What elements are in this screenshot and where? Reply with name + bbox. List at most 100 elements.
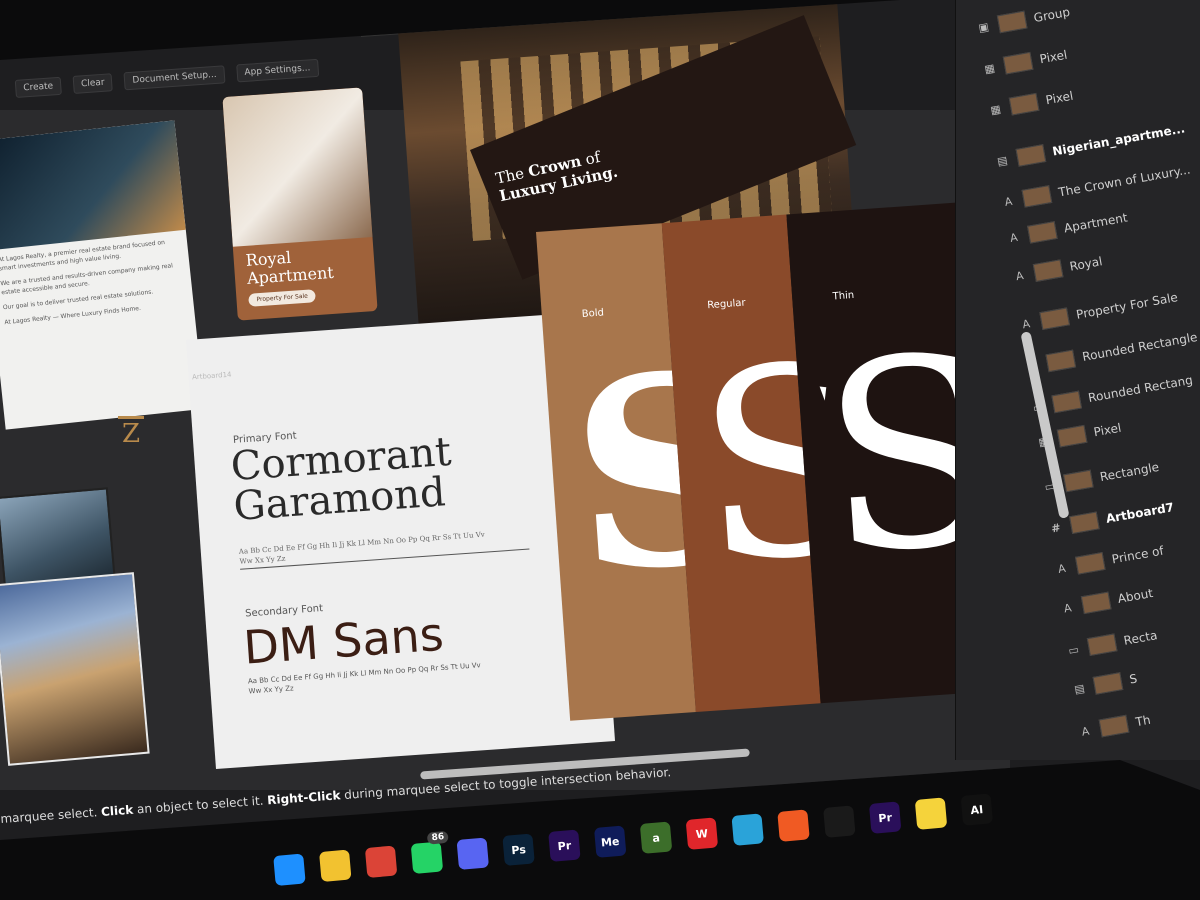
text-layer-icon: A [1014, 268, 1025, 283]
primary-font-name: Cormorant Garamond [229, 428, 453, 531]
primary-alphabet: Aa Bb Cc Dd Ee Ff Gg Hh Ii Jj Kk Ll Mm N… [238, 530, 485, 566]
app-icon-label: Pr [877, 810, 893, 825]
app-icon-label: Me [600, 834, 620, 849]
layer-thumbnail [1056, 424, 1088, 448]
layers-panel: ▣ Group ▦ Pixel ▦ Pixel ▤ Nigerian_apartme... A T… [955, 0, 1200, 760]
ruler-tick-label: 5300 [801, 0, 820, 5]
layer-name: Artboard7 [1104, 500, 1175, 526]
menu-item-layer[interactable]: Layer [126, 19, 152, 31]
group-layer-icon: ▣ [977, 19, 990, 35]
layer-row[interactable]: ▣ Group [975, 0, 1072, 40]
text-layer-icon: A [1056, 560, 1067, 575]
layer-row[interactable]: A Royal [1011, 249, 1105, 288]
wps-app-icon[interactable]: W [685, 817, 719, 850]
ruler-tick-label: 4500 [507, 10, 526, 20]
pixel-layer-icon: ▦ [983, 60, 996, 76]
property-for-sale-button[interactable]: Property For Sale [248, 289, 317, 307]
layer-name: Group [1032, 4, 1072, 26]
app-icon-label: a [651, 830, 661, 845]
audition-app-icon[interactable] [823, 805, 856, 838]
app-settings-button[interactable]: App Settings... [235, 58, 319, 83]
layer-name: S [1128, 671, 1139, 687]
doc-card-image [0, 120, 186, 251]
layer-row[interactable]: A Prince of [1053, 538, 1166, 581]
layer-thumbnail [1086, 632, 1118, 656]
clear-button[interactable]: Clear [72, 73, 114, 94]
whatsapp-app-icon[interactable]: 86 [410, 830, 449, 874]
discord-app-icon[interactable] [456, 837, 490, 870]
layer-thumbnail [1002, 51, 1034, 74]
chrome-app-icon[interactable] [364, 845, 398, 878]
weight-label: Bold [581, 307, 605, 320]
ruler-tick-label: 4700 [580, 5, 599, 15]
ruler-tick-label: 4300 [433, 15, 452, 25]
affinity-app-icon[interactable]: a [639, 821, 673, 854]
royal-card-title: Royal Apartment [245, 247, 335, 288]
menu-item-vector[interactable]: Vector [45, 25, 74, 37]
create-button[interactable]: Create [14, 76, 62, 98]
layer-row[interactable]: ▦ Pixel [987, 84, 1076, 123]
app-icon-label: Pr [557, 838, 572, 853]
layer-row[interactable]: A Apartment [1005, 205, 1130, 250]
layer-name: Royal [1068, 254, 1104, 274]
ruler-tick-label: 5200 [764, 0, 783, 8]
layer-name: Property For Sale [1075, 289, 1179, 322]
layer-name: Recta [1122, 627, 1159, 648]
layer-thumbnail [1032, 259, 1064, 282]
layer-thumbnail [1027, 220, 1058, 244]
layer-thumbnail [1074, 551, 1106, 575]
menu-item-pixel[interactable]: Pixel [89, 22, 110, 33]
layer-name: Pixel [1044, 88, 1075, 108]
layer-name: Apartment [1062, 209, 1129, 235]
windows-app-icon[interactable] [273, 853, 306, 886]
layer-thumbnail [1092, 672, 1124, 695]
layer-name: Rounded Rectangle [1081, 329, 1199, 364]
brave-app-icon[interactable] [777, 809, 810, 842]
files-app-icon[interactable] [319, 849, 352, 882]
layer-thumbnail [1069, 511, 1100, 535]
layer-name: Nigerian_apartme... [1051, 120, 1187, 159]
layer-thumbnail [1045, 349, 1077, 373]
image-layer-icon: ▤ [996, 152, 1009, 168]
layer-row[interactable]: A About [1059, 581, 1155, 621]
layer-row[interactable]: A Property For Sale [1017, 285, 1180, 337]
text-layer-icon: A [1021, 316, 1031, 331]
media-encoder-app-icon[interactable]: Me [593, 825, 627, 858]
menu-item-window[interactable]: Window [204, 13, 240, 25]
layer-thumbnail [1039, 306, 1071, 330]
premiere-2-app-icon[interactable]: Pr [868, 801, 902, 834]
sticky-notes-app-icon[interactable] [914, 797, 948, 830]
layer-thumbnail [1008, 92, 1040, 116]
layer-row[interactable]: ▦ Pixel [981, 42, 1070, 81]
layer-thumbnail [1015, 143, 1047, 167]
layer-row[interactable]: ▭ Recta [1065, 623, 1160, 663]
text-layer-icon: A [1008, 229, 1019, 244]
ruler-tick-label: 5100 [728, 0, 747, 10]
chat-app-icon[interactable] [731, 813, 764, 846]
menu-item-text[interactable]: Text [11, 28, 30, 39]
ruler-tick-label: 4900 [654, 0, 673, 10]
about-document-card[interactable]: At Lagos Realty, a premier real estate b… [0, 120, 205, 430]
ruler-tick-label: 4400 [470, 13, 489, 23]
ruler-tick-label: 4200 [396, 18, 416, 28]
font-weight-samples[interactable]: Bold S Regular S Thin S [536, 201, 1010, 721]
text-layer-icon: A [1003, 194, 1014, 209]
app-icon-label: W [695, 826, 709, 841]
photoshop-app-icon[interactable]: Ps [502, 833, 535, 866]
menu-item-help[interactable]: Help [256, 11, 277, 22]
premiere-app-icon[interactable]: Pr [548, 829, 581, 862]
villa-photo[interactable] [0, 572, 150, 766]
document-setup-button[interactable]: Document Setup... [123, 65, 226, 91]
layer-name: Rectangle [1098, 459, 1161, 484]
layer-row[interactable]: ▤ S [1070, 666, 1139, 701]
ai-app-icon[interactable]: AI [960, 793, 994, 826]
interior-photo [222, 87, 373, 247]
pixel-layer-icon: ▦ [989, 101, 1002, 117]
royal-apartment-card[interactable]: Royal Apartment Property For Sale [222, 87, 378, 321]
menu-item-view[interactable]: View [167, 17, 189, 28]
text-layer-icon: A [1062, 600, 1073, 615]
weight-label: Regular [706, 297, 746, 312]
ruler-tick-label: 4800 [617, 2, 636, 12]
ruler-tick-label: 4100 [360, 20, 379, 30]
layer-row[interactable]: ▭Rounded Rectang [1029, 367, 1195, 419]
